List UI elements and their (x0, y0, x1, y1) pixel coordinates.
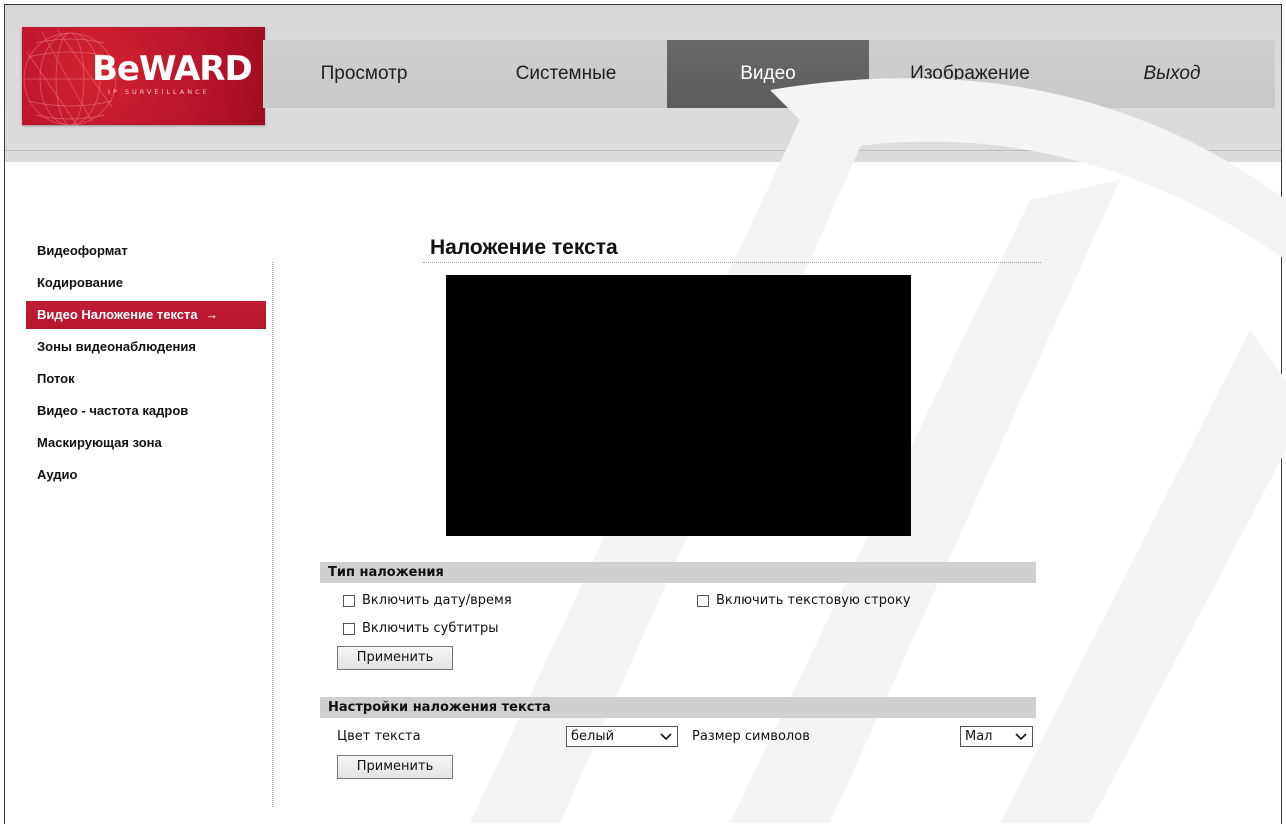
datetime-option[interactable]: Включить дату/время (343, 593, 512, 608)
logo-tagline: IP SURVEILLANCE (108, 88, 210, 96)
sidebar-item-label: Кодирование (37, 275, 123, 290)
beward-logo: BeWARD IP SURVEILLANCE (22, 27, 265, 125)
text-color-label: Цвет текста (337, 729, 421, 744)
overlay-type-header: Тип наложения (320, 562, 1036, 583)
sidebar-item-text-overlay[interactable]: Видео Наложение текста → (26, 301, 266, 329)
datetime-checkbox[interactable] (343, 594, 355, 607)
text-color-select[interactable]: белый (566, 726, 678, 747)
text-line-option[interactable]: Включить текстовую строку (697, 593, 911, 608)
sidebar-item-frame-rate[interactable]: Видео - частота кадров (26, 395, 266, 427)
subtitles-label: Включить субтитры (362, 621, 499, 636)
text-color-value: белый (571, 729, 615, 744)
char-size-label: Размер символов (692, 729, 810, 744)
text-line-label: Включить текстовую строку (716, 593, 911, 608)
sidebar-item-mask-zone[interactable]: Маскирующая зона (26, 427, 266, 459)
sidebar-item-label: Видеоформат (37, 243, 128, 258)
video-preview (446, 275, 911, 536)
datetime-label: Включить дату/время (362, 593, 512, 608)
sidebar-item-label: Зоны видеонаблюдения (37, 339, 196, 354)
char-size-value: Мал (965, 729, 993, 744)
sidebar-item-label: Аудио (37, 467, 78, 482)
chevron-down-icon (660, 727, 672, 752)
subtitles-checkbox[interactable] (343, 622, 355, 635)
logo-wordmark: BeWARD (92, 49, 253, 89)
page-title: Наложение текста (430, 236, 618, 259)
sidebar-item-label: Видео - частота кадров (37, 403, 189, 418)
apply-text-settings-button[interactable]: Применить (337, 755, 453, 779)
sidebar-item-audio[interactable]: Аудио (26, 459, 266, 491)
text-line-checkbox[interactable] (697, 594, 709, 607)
sidebar-item-label: Поток (37, 371, 75, 386)
chevron-down-icon (1015, 727, 1027, 752)
title-divider (423, 262, 1041, 263)
sidebar-item-label: Видео Наложение текста (37, 307, 198, 322)
tab-view[interactable]: Просмотр (263, 40, 465, 108)
sidebar-item-encoding[interactable]: Кодирование (26, 267, 266, 299)
arrow-right-icon: → (205, 307, 219, 322)
sidebar-item-surveillance-zones[interactable]: Зоны видеонаблюдения (26, 331, 266, 363)
sidebar-divider (272, 262, 273, 807)
sidebar-menu: Видеоформат Кодирование Видео Наложение … (26, 235, 266, 491)
text-settings-header: Настройки наложения текста (320, 697, 1036, 718)
char-size-select[interactable]: Мал (960, 726, 1033, 747)
sidebar-item-label: Маскирующая зона (37, 435, 162, 450)
sidebar-item-video-format[interactable]: Видеоформат (26, 235, 266, 267)
apply-overlay-type-button[interactable]: Применить (337, 646, 453, 670)
subtitles-option[interactable]: Включить субтитры (343, 621, 499, 636)
sidebar-item-stream[interactable]: Поток (26, 363, 266, 395)
